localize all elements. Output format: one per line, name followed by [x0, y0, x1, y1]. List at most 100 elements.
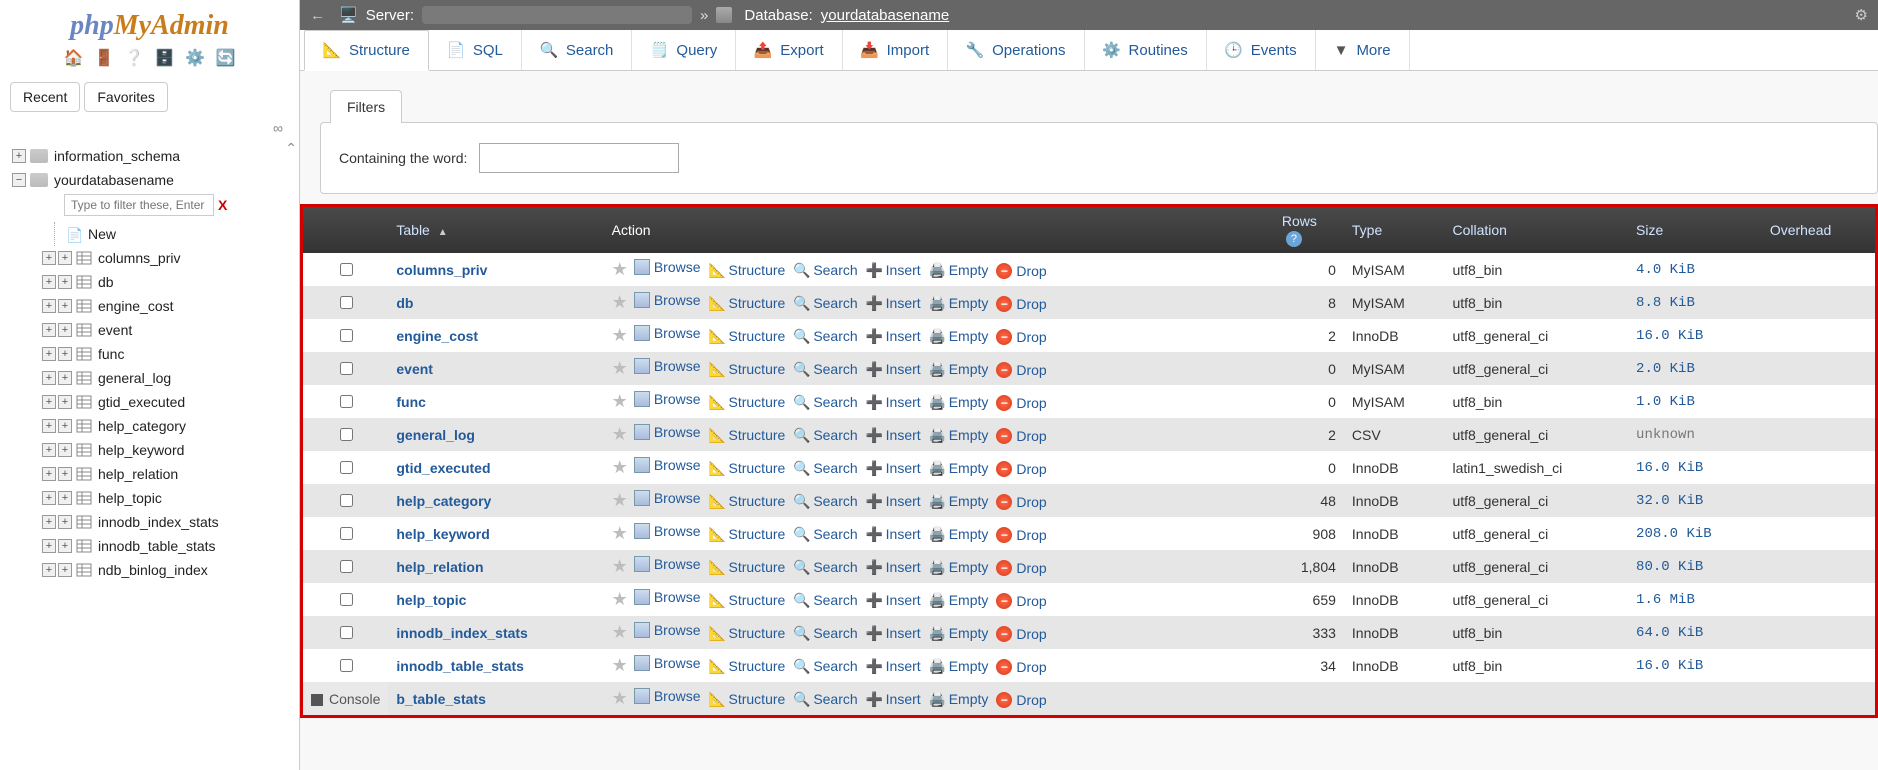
action-drop[interactable]: −Drop: [996, 329, 1046, 345]
tree-table-ndb_binlog_index[interactable]: ++ndb_binlog_index: [8, 558, 299, 582]
expand-icon[interactable]: +: [12, 149, 26, 163]
table-name-link[interactable]: help_category: [396, 493, 491, 509]
action-empty[interactable]: 🖨️Empty: [929, 262, 989, 278]
action-insert[interactable]: ➕Insert: [866, 361, 921, 377]
action-insert[interactable]: ➕Insert: [866, 394, 921, 410]
expand-icon[interactable]: +: [58, 347, 72, 361]
action-empty[interactable]: 🖨️Empty: [929, 394, 989, 410]
link-toggle-icon[interactable]: ∞: [0, 116, 299, 140]
action-empty[interactable]: 🖨️Empty: [929, 625, 989, 641]
tab-events[interactable]: 🕒 Events: [1207, 30, 1316, 70]
action-search[interactable]: 🔍Search: [793, 394, 857, 410]
row-checkbox[interactable]: [340, 362, 353, 375]
expand-icon[interactable]: +: [58, 419, 72, 433]
tab-query[interactable]: 🗒️ Query: [632, 30, 736, 70]
action-search[interactable]: 🔍Search: [793, 328, 857, 344]
action-drop[interactable]: −Drop: [996, 428, 1046, 444]
tree-db-information-schema[interactable]: + information_schema: [8, 144, 299, 168]
tree-new-label[interactable]: New: [88, 226, 116, 242]
row-checkbox[interactable]: [340, 626, 353, 639]
tree-table-label[interactable]: help_category: [98, 418, 186, 434]
sql-icon[interactable]: 🗄️: [155, 50, 175, 67]
expand-icon[interactable]: +: [58, 491, 72, 505]
action-insert[interactable]: ➕Insert: [866, 691, 921, 707]
action-structure[interactable]: 📐Structure: [709, 691, 786, 707]
tab-search[interactable]: 🔍 Search: [522, 30, 633, 70]
expand-icon[interactable]: +: [42, 419, 56, 433]
logo[interactable]: phpMyAdmin: [0, 0, 299, 44]
containing-input[interactable]: [479, 143, 679, 173]
action-drop[interactable]: −Drop: [996, 362, 1046, 378]
tree-table-help_keyword[interactable]: ++help_keyword: [8, 438, 299, 462]
database-name[interactable]: yourdatabasename: [821, 7, 949, 24]
action-structure[interactable]: 📐Structure: [709, 625, 786, 641]
expand-icon[interactable]: +: [58, 563, 72, 577]
action-browse[interactable]: Browse: [634, 589, 701, 605]
action-structure[interactable]: 📐Structure: [709, 493, 786, 509]
action-search[interactable]: 🔍Search: [793, 493, 857, 509]
row-checkbox[interactable]: [340, 296, 353, 309]
expand-icon[interactable]: +: [42, 563, 56, 577]
logout-icon[interactable]: 🚪: [94, 50, 114, 67]
action-search[interactable]: 🔍Search: [793, 592, 857, 608]
tree-db-label[interactable]: information_schema: [54, 148, 180, 164]
tab-structure[interactable]: 📐 Structure: [304, 30, 429, 71]
home-icon[interactable]: 🏠: [64, 50, 84, 67]
row-checkbox[interactable]: [340, 428, 353, 441]
action-search[interactable]: 🔍Search: [793, 460, 857, 476]
favorite-icon[interactable]: ★: [612, 523, 628, 543]
table-name-link[interactable]: innodb_index_stats: [396, 625, 527, 641]
favorite-icon[interactable]: ★: [612, 259, 628, 279]
row-checkbox[interactable]: [340, 560, 353, 573]
table-name-link[interactable]: func: [396, 394, 426, 410]
action-browse[interactable]: Browse: [634, 556, 701, 572]
action-empty[interactable]: 🖨️Empty: [929, 460, 989, 476]
favorite-icon[interactable]: ★: [612, 457, 628, 477]
tree-table-event[interactable]: ++event: [8, 318, 299, 342]
tree-table-label[interactable]: help_relation: [98, 466, 178, 482]
expand-icon[interactable]: +: [58, 251, 72, 265]
action-drop[interactable]: −Drop: [996, 494, 1046, 510]
tree-table-gtid_executed[interactable]: ++gtid_executed: [8, 390, 299, 414]
action-structure[interactable]: 📐Structure: [709, 427, 786, 443]
action-insert[interactable]: ➕Insert: [866, 295, 921, 311]
tree-table-label[interactable]: help_topic: [98, 490, 162, 506]
action-empty[interactable]: 🖨️Empty: [929, 526, 989, 542]
action-structure[interactable]: 📐Structure: [709, 526, 786, 542]
action-browse[interactable]: Browse: [634, 391, 701, 407]
favorite-icon[interactable]: ★: [612, 391, 628, 411]
favorite-icon[interactable]: ★: [612, 589, 628, 609]
action-drop[interactable]: −Drop: [996, 395, 1046, 411]
panel-collapse-icon[interactable]: ←: [310, 7, 325, 24]
expand-icon[interactable]: +: [58, 395, 72, 409]
expand-icon[interactable]: +: [42, 299, 56, 313]
expand-icon[interactable]: +: [58, 539, 72, 553]
row-checkbox[interactable]: [340, 494, 353, 507]
favorite-icon[interactable]: ★: [612, 688, 628, 708]
col-overhead[interactable]: Overhead: [1762, 207, 1875, 253]
action-browse[interactable]: Browse: [634, 259, 701, 275]
expand-icon[interactable]: +: [42, 371, 56, 385]
action-drop[interactable]: −Drop: [996, 659, 1046, 675]
action-structure[interactable]: 📐Structure: [709, 460, 786, 476]
col-collation[interactable]: Collation: [1444, 207, 1628, 253]
table-name-link[interactable]: help_relation: [396, 559, 483, 575]
action-insert[interactable]: ➕Insert: [866, 427, 921, 443]
favorite-icon[interactable]: ★: [612, 655, 628, 675]
favorite-icon[interactable]: ★: [612, 358, 628, 378]
action-insert[interactable]: ➕Insert: [866, 460, 921, 476]
action-structure[interactable]: 📐Structure: [709, 592, 786, 608]
tree-table-func[interactable]: ++func: [8, 342, 299, 366]
action-search[interactable]: 🔍Search: [793, 361, 857, 377]
table-name-link[interactable]: event: [396, 361, 433, 377]
tree-table-innodb_table_stats[interactable]: ++innodb_table_stats: [8, 534, 299, 558]
expand-icon[interactable]: +: [42, 467, 56, 481]
action-empty[interactable]: 🖨️Empty: [929, 361, 989, 377]
tree-table-label[interactable]: db: [98, 274, 114, 290]
action-browse[interactable]: Browse: [634, 490, 701, 506]
tree-table-label[interactable]: event: [98, 322, 132, 338]
tree-db-yourdatabasename[interactable]: − yourdatabasename: [8, 168, 299, 192]
table-name-link[interactable]: innodb_table_stats: [396, 658, 524, 674]
action-search[interactable]: 🔍Search: [793, 262, 857, 278]
action-insert[interactable]: ➕Insert: [866, 262, 921, 278]
